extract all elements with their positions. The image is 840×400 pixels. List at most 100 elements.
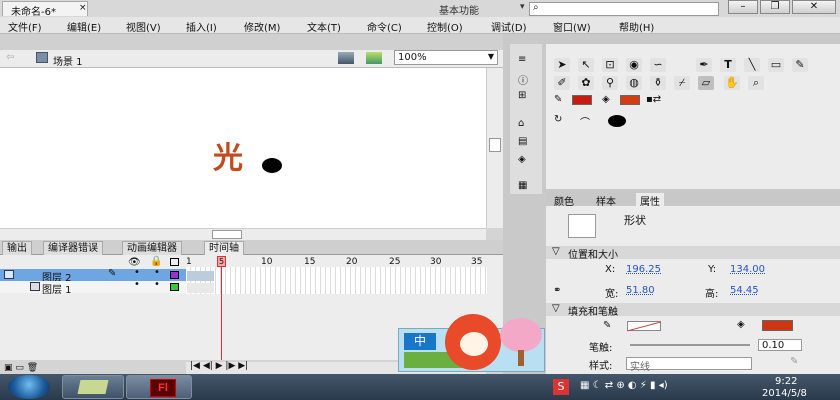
menu-help[interactable]: 帮助(H) (619, 19, 654, 34)
restore-button[interactable]: ❐ (760, 0, 790, 14)
pen-tool-icon[interactable]: ✒ (696, 58, 712, 72)
close-icon[interactable]: × (79, 3, 87, 13)
current-frame-marker[interactable]: 5 (217, 256, 226, 267)
swap-colors-icon[interactable]: ▪⇄ (646, 94, 661, 105)
visibility-dot[interactable]: • (134, 279, 140, 290)
selection-tool-icon[interactable]: ➤ (554, 58, 570, 72)
stroke-color-swatch[interactable] (572, 95, 592, 105)
help-search-input[interactable]: ⌕ (529, 2, 719, 16)
stroke-width-input[interactable]: 0.10 (758, 339, 802, 351)
brush-tool-icon[interactable]: ✐ (554, 76, 570, 90)
new-layer-icon[interactable]: ▣ ▭ 🗑 (4, 363, 38, 373)
tray-icons[interactable]: ▦ ☾ ⇄ ⊕ ◐ ⚡ ▮ ◂) (580, 380, 668, 391)
ime-tray-icon[interactable]: S (553, 379, 569, 395)
stroke-width-slider[interactable] (630, 344, 750, 346)
menu-edit[interactable]: 编辑(E) (67, 19, 101, 34)
keyframe-span[interactable] (187, 271, 214, 281)
layer-row[interactable]: 图层 1 • • (0, 279, 186, 296)
layer-color[interactable] (170, 283, 179, 291)
fill-color-swatch[interactable] (620, 95, 640, 105)
clock-time[interactable]: 9:22 (775, 376, 797, 387)
back-arrow-icon[interactable]: ⇦ (6, 52, 14, 63)
paint-bucket-icon[interactable]: ◍ (626, 76, 642, 90)
components-icon[interactable]: ▤ (518, 136, 527, 147)
code-snippet-icon[interactable]: ⌂ (518, 118, 524, 129)
stage[interactable] (0, 68, 486, 228)
width-value[interactable]: 51.80 (626, 285, 655, 296)
vertical-scrollbar[interactable] (486, 68, 503, 228)
menu-text[interactable]: 文本(T) (307, 19, 341, 34)
minimize-button[interactable]: – (728, 0, 758, 14)
keyframe-span[interactable] (187, 283, 214, 293)
lock-ratio-icon[interactable]: ⚭ (553, 285, 561, 296)
lock-dot[interactable]: • (154, 279, 160, 290)
tab-output[interactable]: 输出 (2, 241, 32, 255)
start-button[interactable] (8, 375, 50, 399)
menu-commands[interactable]: 命令(C) (367, 19, 402, 34)
align-icon[interactable]: ≡ (518, 54, 526, 65)
stage-text-shape[interactable]: 光 (213, 133, 243, 177)
x-value[interactable]: 196.25 (626, 264, 661, 275)
horizontal-scrollbar[interactable] (0, 228, 486, 240)
document-tab[interactable]: 未命名-6* × (2, 1, 88, 18)
ink-bottle-icon[interactable]: ⚱ (650, 76, 666, 90)
tab-timeline[interactable]: 时间轴 (204, 241, 244, 255)
motion-presets-icon[interactable]: ▦ (518, 180, 527, 191)
section-fill-stroke[interactable]: ▽ 填充和笔触 (546, 303, 840, 318)
ime-mode-label[interactable]: 中 (404, 333, 436, 350)
menu-control[interactable]: 控制(O) (427, 19, 463, 34)
menu-view[interactable]: 视图(V) (126, 19, 161, 34)
stroke-style-select[interactable]: 实线 (626, 357, 752, 373)
rewind-icon[interactable]: |◀ ◀| ▶ |▶ ▶| (190, 361, 248, 371)
eraser-mode-icon[interactable]: ⌒ (580, 114, 590, 129)
3d-rotation-icon[interactable]: ◉ (626, 58, 642, 72)
y-value[interactable]: 134.00 (730, 264, 765, 275)
clock-date[interactable]: 2014/5/8 (762, 388, 807, 399)
edit-scene-icon[interactable] (338, 52, 354, 64)
section-position-size[interactable]: ▽ 位置和大小 (546, 246, 840, 261)
eraser-tool-icon[interactable]: ▱ (698, 76, 714, 90)
info-icon[interactable]: ⓘ (518, 72, 528, 87)
tab-compiler-errors[interactable]: 编译器错误 (43, 241, 103, 255)
bone-tool-icon[interactable]: ⚲ (602, 76, 618, 90)
pencil-icon[interactable]: ✎ (790, 356, 798, 367)
free-transform-icon[interactable]: ⊡ (602, 58, 618, 72)
menu-window[interactable]: 窗口(W) (553, 19, 591, 34)
fill-color-picker[interactable] (762, 320, 793, 331)
outline-icon[interactable] (170, 258, 179, 266)
zoom-tool-icon[interactable]: ⌕ (748, 76, 764, 90)
menu-file[interactable]: 文件(F) (8, 19, 42, 34)
close-button[interactable]: ✕ (792, 0, 836, 14)
scroll-thumb[interactable] (212, 230, 242, 239)
layer-name[interactable]: 图层 1 (42, 281, 72, 296)
layer-color[interactable] (170, 271, 179, 279)
lock-dot[interactable]: • (154, 267, 160, 278)
eyedropper-icon[interactable]: ⌿ (674, 76, 690, 90)
ink-shape[interactable] (262, 158, 282, 173)
rectangle-tool-icon[interactable]: ▭ (768, 58, 784, 72)
menu-modify[interactable]: 修改(M) (244, 19, 280, 34)
scroll-thumb[interactable] (489, 138, 501, 152)
menu-insert[interactable]: 插入(I) (186, 19, 217, 34)
line-tool-icon[interactable]: ╲ (744, 58, 760, 72)
lasso-icon[interactable]: ∽ (650, 58, 666, 72)
deco-tool-icon[interactable]: ✿ (578, 76, 594, 90)
subselection-tool-icon[interactable]: ↖ (578, 58, 594, 72)
playhead[interactable] (221, 256, 222, 360)
zoom-select[interactable]: 100% ▼ (394, 50, 498, 65)
taskbar-app-explorer[interactable] (62, 375, 124, 399)
lock-icon[interactable]: 🔒 (150, 256, 162, 267)
edit-symbols-icon[interactable] (366, 52, 382, 64)
height-value[interactable]: 54.45 (730, 285, 759, 296)
tab-motion-editor[interactable]: 动画编辑器 (122, 241, 182, 255)
menu-debug[interactable]: 调试(D) (491, 19, 527, 34)
pencil-tool-icon[interactable]: ✎ (792, 58, 808, 72)
frame-grid[interactable] (186, 267, 487, 294)
eraser-shape-icon[interactable] (608, 115, 626, 127)
visibility-dot[interactable]: • (134, 267, 140, 278)
snap-icon[interactable]: ↻ (554, 114, 562, 125)
workspace-switcher[interactable]: 基本功能 (439, 2, 479, 17)
text-tool-icon[interactable]: T (720, 58, 736, 72)
chevron-down-icon[interactable]: ▾ (520, 2, 525, 12)
hand-tool-icon[interactable]: ✋ (724, 76, 740, 90)
